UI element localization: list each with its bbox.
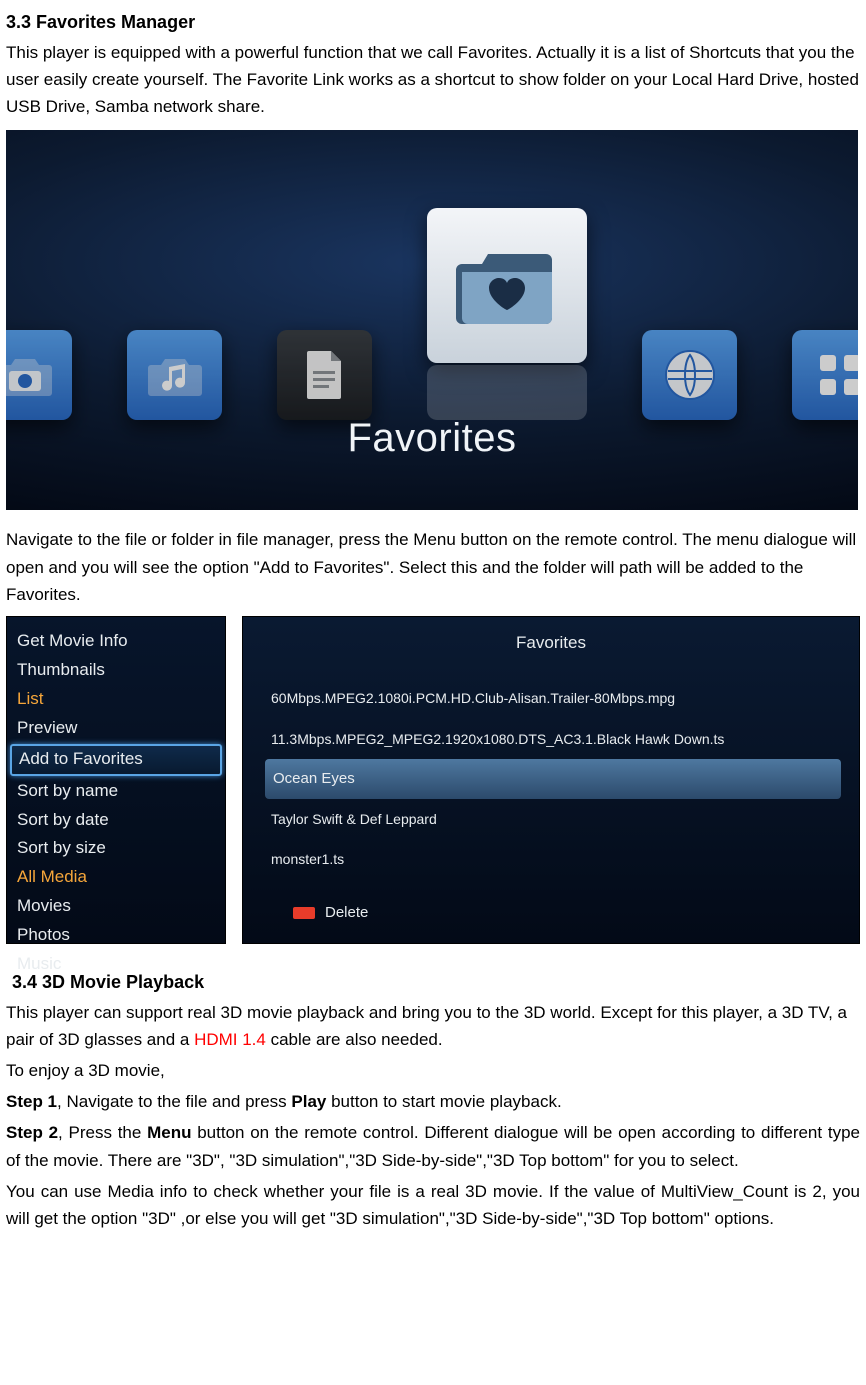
menu-item[interactable]: Movies xyxy=(7,892,225,921)
para-step2: Step 2, Press the Menu button on the rem… xyxy=(6,1119,860,1173)
screenshot-favorites-carousel: Favorites xyxy=(6,130,858,510)
para-3-4-intro: This player can support real 3D movie pl… xyxy=(6,999,860,1053)
hdmi-text: HDMI 1.4 xyxy=(194,1030,266,1049)
para-3-3-intro: This player is equipped with a powerful … xyxy=(6,39,860,121)
menu-item[interactable]: List xyxy=(7,685,225,714)
screenshot-favorites-list: Favorites 60Mbps.MPEG2.1080i.PCM.HD.Club… xyxy=(242,616,860,944)
carousel xyxy=(6,220,858,420)
favorites-list-item[interactable]: Taylor Swift & Def Leppard xyxy=(265,799,859,839)
menu-item[interactable]: Sort by name xyxy=(7,777,225,806)
screenshot-context-menu: Get Movie InfoThumbnailsListPreviewAdd t… xyxy=(6,616,226,944)
menu-item[interactable]: Add to Favorites xyxy=(10,744,222,776)
tile-favorites[interactable] xyxy=(427,208,587,420)
menu-item[interactable]: Music xyxy=(7,950,225,979)
menu-item[interactable]: Thumbnails xyxy=(7,656,225,685)
red-button-icon[interactable] xyxy=(293,907,315,919)
delete-label: Delete xyxy=(325,901,368,925)
favorites-list-item[interactable]: 60Mbps.MPEG2.1080i.PCM.HD.Club-Alisan.Tr… xyxy=(265,678,859,718)
favorites-footer: Delete xyxy=(293,901,368,925)
para-3-4-enjoy: To enjoy a 3D movie, xyxy=(6,1057,860,1084)
menu-item[interactable]: Get Movie Info xyxy=(7,627,225,656)
folder-heart-icon xyxy=(427,208,587,363)
para-3-3-nav: Navigate to the file or folder in file m… xyxy=(6,526,860,608)
heading-3-3: 3.3 Favorites Manager xyxy=(6,8,860,37)
menu-item[interactable]: Sort by date xyxy=(7,806,225,835)
favorites-list-item[interactable]: monster1.ts xyxy=(265,839,859,879)
menu-item[interactable]: Sort by size xyxy=(7,834,225,863)
menu-item[interactable]: Preview xyxy=(7,714,225,743)
favorites-list-item[interactable]: 11.3Mbps.MPEG2_MPEG2.1920x1080.DTS_AC3.1… xyxy=(265,719,859,759)
favorites-title: Favorites xyxy=(243,617,859,656)
favorites-list-item[interactable]: Ocean Eyes xyxy=(265,759,841,799)
menu-item[interactable]: Photos xyxy=(7,921,225,950)
para-step1: Step 1, Navigate to the file and press P… xyxy=(6,1088,860,1115)
menu-item[interactable]: All Media xyxy=(7,863,225,892)
carousel-label: Favorites xyxy=(6,406,858,470)
screenshot-row: Get Movie InfoThumbnailsListPreviewAdd t… xyxy=(6,616,860,944)
para-3-4-mediainfo: You can use Media info to check whether … xyxy=(6,1178,860,1232)
favorites-list: 60Mbps.MPEG2.1080i.PCM.HD.Club-Alisan.Tr… xyxy=(243,678,859,880)
